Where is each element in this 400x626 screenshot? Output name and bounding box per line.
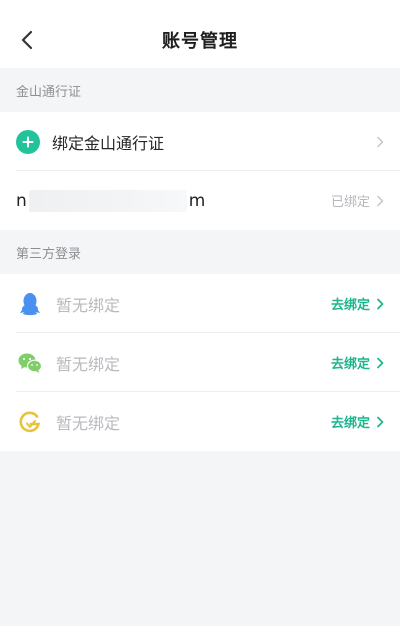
bound-account-row[interactable]: n m 已绑定 — [0, 171, 400, 230]
bind-kingsoft-row[interactable]: 绑定金山通行证 — [0, 112, 400, 171]
plus-circle-icon — [16, 129, 40, 154]
bind-kingsoft-right — [370, 136, 384, 148]
page-title: 账号管理 — [162, 31, 238, 52]
wechat-bind-row[interactable]: 暂无绑定 去绑定 — [0, 333, 400, 392]
weibo-bind-action-label: 去绑定 — [330, 416, 370, 431]
weibo-bind-row[interactable]: 暂无绑定 去绑定 — [0, 392, 400, 451]
kingsoft-group: 绑定金山通行证 n m 已绑定 — [0, 112, 400, 230]
qq-action[interactable]: 去绑定 — [331, 294, 384, 313]
bind-kingsoft-label: 绑定金山通行证 — [52, 133, 165, 153]
bound-status: 已绑定 — [330, 195, 370, 210]
qq-bind-row[interactable]: 暂无绑定 去绑定 — [0, 274, 400, 333]
weibo-action[interactable]: 去绑定 — [331, 412, 384, 431]
wechat-icon — [18, 351, 42, 375]
section-label-third-party: 第三方登录 — [16, 246, 82, 262]
wechat-status: 暂无绑定 — [56, 354, 121, 374]
section-label-kingsoft: 金山通行证 — [16, 84, 82, 100]
status-bar — [0, 0, 400, 12]
qq-penguin-icon — [18, 292, 42, 316]
chevron-left-icon — [21, 30, 33, 50]
chevron-right-icon — [376, 357, 384, 369]
wechat-bind-action-label: 去绑定 — [330, 357, 370, 372]
chevron-right-icon — [376, 136, 384, 148]
weibo-status: 暂无绑定 — [56, 413, 121, 433]
third-party-group: 暂无绑定 去绑定 暂无绑定 去绑定 暂无绑定 去绑定 — [0, 274, 400, 451]
qq-status: 暂无绑定 — [56, 295, 121, 315]
chevron-right-icon — [376, 416, 384, 428]
chevron-right-icon — [376, 298, 384, 310]
account-status-area: 已绑定 — [331, 191, 384, 210]
account-mask — [28, 189, 187, 212]
wechat-action[interactable]: 去绑定 — [331, 353, 384, 372]
chevron-right-icon — [376, 195, 384, 207]
qq-bind-action-label: 去绑定 — [330, 298, 370, 313]
header-bar: 账号管理 — [0, 12, 400, 68]
account-suffix: m — [188, 190, 206, 211]
account-id: n m — [16, 189, 206, 212]
back-button[interactable] — [12, 25, 42, 55]
weibo-g-icon — [18, 410, 42, 434]
account-prefix: n — [16, 190, 27, 211]
